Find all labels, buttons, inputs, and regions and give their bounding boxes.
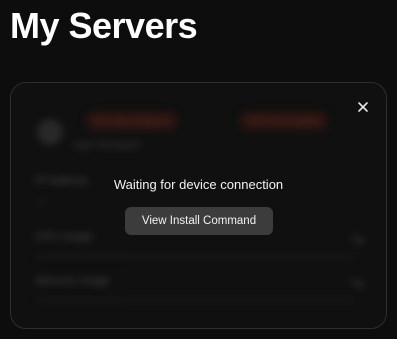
waiting-message: Waiting for device connection: [113, 177, 284, 192]
view-install-command-button[interactable]: View Install Command: [125, 207, 273, 235]
page: My Servers SSH Misconfigured UFW Not Ins…: [0, 0, 397, 339]
page-title: My Servers: [10, 5, 198, 46]
close-icon[interactable]: [353, 97, 373, 117]
connection-overlay: Waiting for device connection View Insta…: [11, 83, 386, 328]
server-card: SSH Misconfigured UFW Not Installed Ugo …: [10, 82, 387, 329]
